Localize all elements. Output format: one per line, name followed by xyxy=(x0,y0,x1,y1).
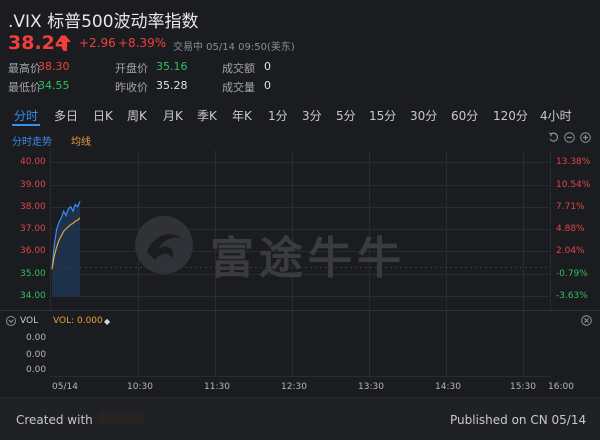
volume-axis-label: 0.00 xyxy=(26,365,47,375)
price-axis-label: 37.00 xyxy=(20,224,46,234)
price-change-pct: +8.39% xyxy=(118,36,167,50)
grid-line xyxy=(50,376,550,377)
tab-5min[interactable]: 5分 xyxy=(336,107,356,124)
arrow-up-icon xyxy=(59,35,71,51)
tab-multi-day[interactable]: 多日 xyxy=(54,107,78,124)
pct-axis-label: 13.38% xyxy=(556,157,591,167)
price-change: +2.96 xyxy=(79,36,116,50)
intraday-price-chart[interactable] xyxy=(50,150,550,310)
stat-low-value: 34.55 xyxy=(38,79,70,92)
volume-value: VOL: 0.000 xyxy=(53,316,103,326)
pct-axis-label: -0.79% xyxy=(556,269,588,279)
time-axis-label: 11:30 xyxy=(204,382,230,392)
price-axis-label: 35.00 xyxy=(20,269,46,279)
tab-4hour[interactable]: 4小时 xyxy=(540,107,572,124)
time-axis-label: 14:30 xyxy=(435,382,461,392)
stat-low-label: 最低价 xyxy=(8,81,41,94)
tab-3min[interactable]: 3分 xyxy=(302,107,322,124)
stat-volume-value: 0 xyxy=(264,79,271,92)
dot-icon: ◆ xyxy=(104,317,111,326)
price-axis-label: 36.00 xyxy=(20,246,46,256)
volume-axis-label: 0.00 xyxy=(26,350,47,360)
tab-daily-k[interactable]: 日K xyxy=(93,107,113,124)
price-axis-label: 34.00 xyxy=(20,291,46,301)
tab-120min[interactable]: 120分 xyxy=(493,107,528,124)
reset-icon[interactable] xyxy=(548,132,559,143)
tab-60min[interactable]: 60分 xyxy=(451,107,478,124)
pane-divider xyxy=(0,310,600,311)
stat-open-label: 开盘价 xyxy=(115,62,148,75)
footer-created-with: Created with xyxy=(16,413,93,427)
footer-published: Published on CN 05/14 xyxy=(450,413,587,427)
legend-intraday-line[interactable]: 分时走势 xyxy=(12,133,52,148)
stat-prev-close-label: 昨收价 xyxy=(115,81,148,94)
pct-axis-label: 10.54% xyxy=(556,180,591,190)
price-axis-label: 40.00 xyxy=(20,157,46,167)
collapse-icon[interactable] xyxy=(6,316,16,326)
period-tabs: 分时 多日 日K 周K 月K 季K 年K 1分 3分 5分 15分 30分 60… xyxy=(0,101,600,129)
time-axis-label: 10:30 xyxy=(127,382,153,392)
tab-30min[interactable]: 30分 xyxy=(410,107,437,124)
close-icon[interactable] xyxy=(581,315,592,326)
stat-turnover-label: 成交额 xyxy=(222,62,255,75)
tab-quarterly-k[interactable]: 季K xyxy=(197,107,217,124)
time-axis-label: 12:30 xyxy=(281,382,307,392)
stat-high-value: 38.30 xyxy=(38,60,70,73)
tab-1min[interactable]: 1分 xyxy=(268,107,288,124)
volume-indicator-label[interactable]: VOL xyxy=(20,316,38,326)
tab-weekly-k[interactable]: 周K xyxy=(127,107,147,124)
zoom-in-icon[interactable] xyxy=(580,132,591,143)
time-axis-label: 13:30 xyxy=(358,382,384,392)
zoom-out-icon[interactable] xyxy=(564,132,575,143)
stat-open-value: 35.16 xyxy=(156,60,188,73)
tab-yearly-k[interactable]: 年K xyxy=(232,107,252,124)
time-axis-label: 15:30 xyxy=(510,382,536,392)
stat-high-label: 最高价 xyxy=(8,62,41,75)
tab-monthly-k[interactable]: 月K xyxy=(163,107,183,124)
tab-intraday[interactable]: 分时 xyxy=(14,107,38,124)
price-axis-label: 38.00 xyxy=(20,202,46,212)
page-title: .VIX 标普500波动率指数 xyxy=(8,12,199,32)
stat-turnover-value: 0 xyxy=(264,60,271,73)
tab-15min[interactable]: 15分 xyxy=(369,107,396,124)
chart-right-border xyxy=(550,150,551,310)
stat-volume-label: 成交量 xyxy=(222,81,255,94)
active-tab-indicator xyxy=(12,124,40,126)
volume-axis-label: 0.00 xyxy=(26,333,47,343)
time-axis-label: 16:00 xyxy=(548,382,574,392)
footer-logo xyxy=(98,412,144,424)
pct-axis-label: -3.63% xyxy=(556,291,588,301)
legend-average-line[interactable]: 均线 xyxy=(71,133,91,148)
stat-prev-close-value: 35.28 xyxy=(156,79,188,92)
price-axis-label: 39.00 xyxy=(20,180,46,190)
market-status: 交易中 05/14 09:50(美东) xyxy=(173,42,295,53)
pct-axis-label: 2.04% xyxy=(556,246,585,256)
time-axis-label: 05/14 xyxy=(52,382,78,392)
pct-axis-label: 4.88% xyxy=(556,224,585,234)
pct-axis-label: 7.71% xyxy=(556,202,585,212)
